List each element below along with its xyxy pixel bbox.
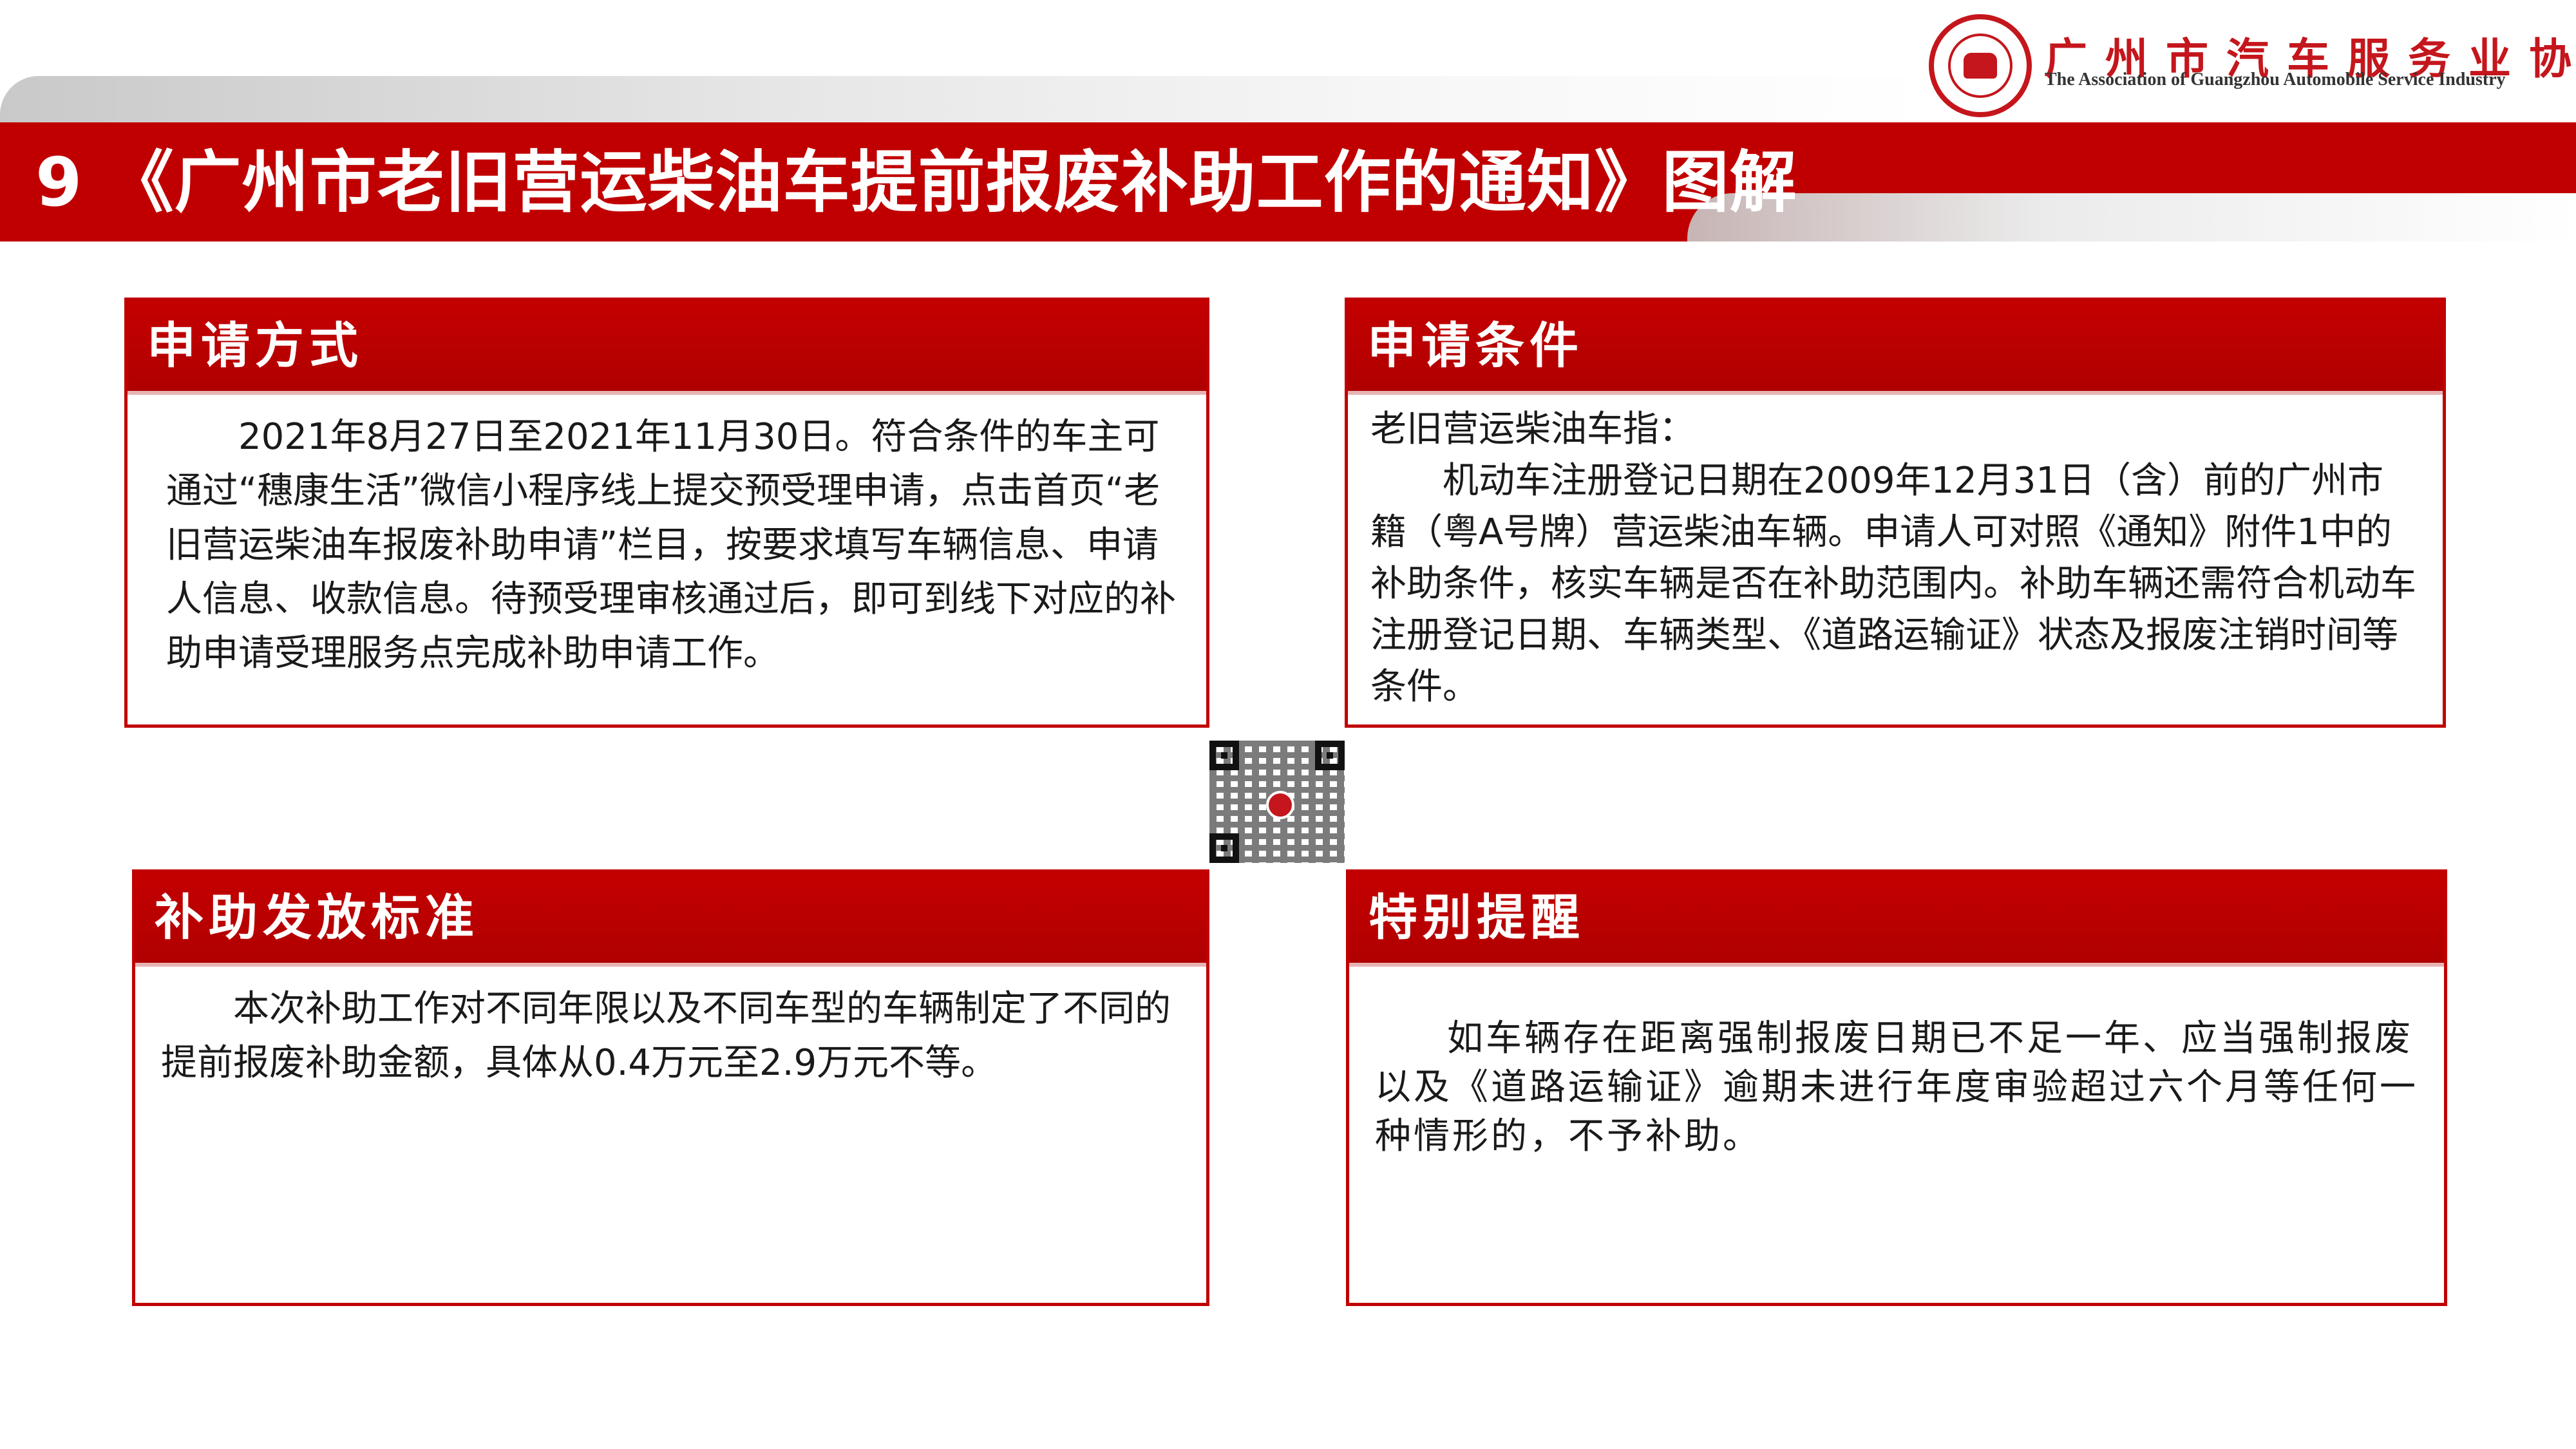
panel-text: 机动车注册登记日期在2009年12月31日（含）前的广州市籍（粤A号牌）营运柴油… bbox=[1370, 460, 2416, 708]
qr-code[interactable] bbox=[1209, 741, 1345, 863]
panel-header: 申请条件 bbox=[1348, 301, 2443, 391]
title-band-fade bbox=[1687, 193, 2576, 242]
panel-application-conditions: 申请条件 老旧营运柴油车指： 机动车注册登记日期在2009年12月31日（含）前… bbox=[1345, 298, 2446, 728]
panel-header: 申请方式 bbox=[128, 301, 1206, 391]
panel-application-method: 申请方式 2021年8月27日至2021年11月30日。符合条件的车主可通过“穗… bbox=[124, 298, 1209, 728]
qr-logo-icon bbox=[1266, 791, 1294, 819]
panel-intro: 老旧营运柴油车指： bbox=[1370, 408, 1695, 450]
page-title: 9 《广州市老旧营运柴油车提前报废补助工作的通知》图解 bbox=[35, 143, 1797, 222]
car-icon bbox=[1964, 53, 1997, 79]
logo-inner-ring bbox=[1948, 33, 2012, 98]
panel-text: 本次补助工作对不同年限以及不同车型的车辆制定了不同的提前报废补助金额，具体从0.… bbox=[161, 988, 1171, 1084]
org-name-english: The Association of Guangzhou Automobile … bbox=[2045, 70, 2506, 90]
panel-special-reminder: 特别提醒 如车辆存在距离强制报废日期已不足一年、应当强制报废以及《道路运输证》逾… bbox=[1346, 869, 2447, 1306]
panel-body: 如车辆存在距离强制报废日期已不足一年、应当强制报废以及《道路运输证》逾期未进行年… bbox=[1375, 1014, 2418, 1161]
panel-text: 如车辆存在距离强制报废日期已不足一年、应当强制报废以及《道路运输证》逾期未进行年… bbox=[1375, 1018, 2418, 1157]
panel-title: 申请方式 bbox=[147, 317, 363, 374]
association-logo bbox=[1929, 14, 2032, 117]
panel-body: 本次补助工作对不同年限以及不同车型的车辆制定了不同的提前报废补助金额，具体从0.… bbox=[161, 982, 1180, 1090]
panel-header: 补助发放标准 bbox=[135, 873, 1206, 963]
panel-text: 2021年8月27日至2021年11月30日。符合条件的车主可通过“穗康生活”微… bbox=[166, 416, 1176, 674]
panel-body: 老旧营运柴油车指： 机动车注册登记日期在2009年12月31日（含）前的广州市籍… bbox=[1370, 404, 2417, 713]
panel-header: 特别提醒 bbox=[1349, 873, 2444, 963]
panel-body: 2021年8月27日至2021年11月30日。符合条件的车主可通过“穗康生活”微… bbox=[166, 410, 1180, 681]
qr-finder-pattern bbox=[1209, 833, 1239, 863]
panel-title: 申请条件 bbox=[1367, 317, 1584, 374]
panel-title: 补助发放标准 bbox=[155, 889, 479, 946]
qr-finder-pattern bbox=[1315, 741, 1345, 770]
panel-title: 特别提醒 bbox=[1368, 889, 1585, 946]
panel-subsidy-standard: 补助发放标准 本次补助工作对不同年限以及不同车型的车辆制定了不同的提前报废补助金… bbox=[132, 869, 1209, 1306]
qr-finder-pattern bbox=[1209, 741, 1239, 770]
